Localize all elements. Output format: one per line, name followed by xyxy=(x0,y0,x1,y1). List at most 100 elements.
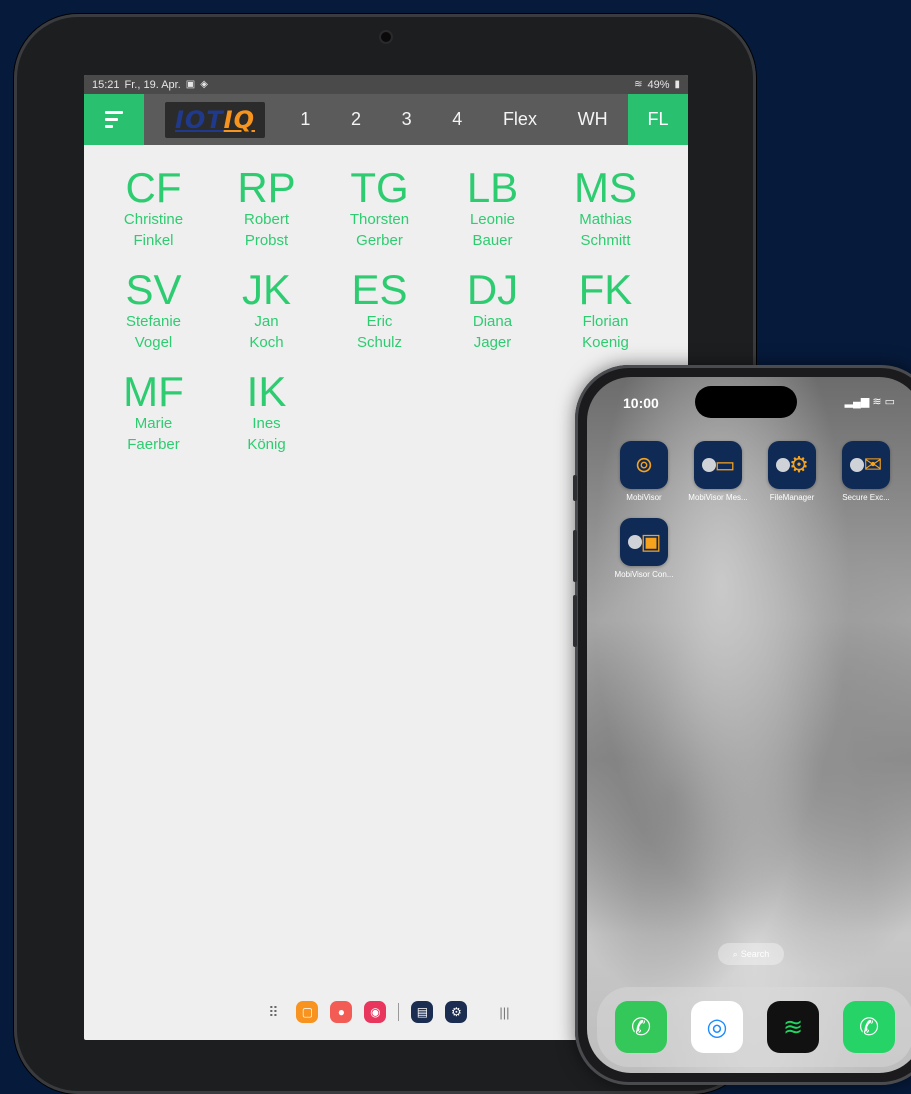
person-first-name: Florian xyxy=(582,313,629,330)
tab-fl[interactable]: FL xyxy=(628,94,688,145)
home-app-grid: ⊚ MobiVisor ▭ MobiVisor Mes... ⚙ FileMan… xyxy=(607,441,907,579)
dock-divider xyxy=(398,1003,400,1021)
person-first-name: Thorsten xyxy=(349,211,410,228)
person-initials: MF xyxy=(123,368,184,415)
folder-gear-icon: ⚙ xyxy=(768,441,816,489)
recents-nav-icon[interactable]: ||| xyxy=(499,1005,509,1020)
status-date: Fr., 19. Apr. xyxy=(124,78,181,91)
search-label: Search xyxy=(740,949,770,959)
person-first-name: Ines xyxy=(252,415,281,432)
status-time: 15:21 xyxy=(92,78,120,91)
person-first-name: Stefanie xyxy=(125,313,182,330)
person-card[interactable]: JK Jan Koch xyxy=(210,269,323,353)
phone-icon[interactable]: ✆ xyxy=(615,1001,667,1053)
person-initials: MS xyxy=(574,164,637,211)
mobivisor-recent-icon[interactable]: ▤ xyxy=(411,1001,434,1023)
app-drawer-icon[interactable]: ⠿ xyxy=(262,1004,284,1021)
person-card[interactable]: ES Eric Schulz xyxy=(323,269,436,353)
android-status-bar: 15:21 Fr., 19. Apr. ▣ ◈ ≋ 49% ▮ xyxy=(84,75,688,94)
wifi-icon: ≋ xyxy=(634,79,643,90)
person-card[interactable]: SV Stefanie Vogel xyxy=(97,269,210,353)
app-secure-exchange[interactable]: ✉ Secure Exc... xyxy=(829,441,903,502)
person-card[interactable]: MF Marie Faerber xyxy=(97,371,210,455)
files-app-icon[interactable]: ▢ xyxy=(296,1001,319,1023)
person-last-name: König xyxy=(247,436,286,453)
camera-app-icon[interactable]: ◉ xyxy=(364,1001,387,1023)
phone-status-time: 10:00 xyxy=(623,395,659,411)
person-first-name: Eric xyxy=(366,313,393,330)
person-card[interactable]: MS Mathias Schmitt xyxy=(549,167,662,251)
front-camera xyxy=(381,32,391,42)
app-mobivisor-messenger[interactable]: ▭ MobiVisor Mes... xyxy=(681,441,755,502)
person-last-name: Vogel xyxy=(134,334,173,351)
tab-2[interactable]: 2 xyxy=(345,105,367,134)
person-last-name: Schmitt xyxy=(580,232,631,249)
person-initials: DJ xyxy=(466,266,519,313)
tab-flex[interactable]: Flex xyxy=(497,105,543,134)
tab-1[interactable]: 1 xyxy=(294,105,316,134)
shield-icon: ◈ xyxy=(200,79,208,90)
volume-up-button xyxy=(573,530,577,582)
person-card[interactable]: CF Christine Finkel xyxy=(97,167,210,251)
person-last-name: Schulz xyxy=(356,334,403,351)
person-initials: JK xyxy=(241,266,291,313)
person-first-name: Christine xyxy=(123,211,184,228)
filemanager-recent-icon[interactable]: ⚙ xyxy=(445,1001,468,1023)
person-initials: IK xyxy=(246,368,287,415)
tab-3[interactable]: 3 xyxy=(396,105,418,134)
person-card[interactable]: RP Robert Probst xyxy=(210,167,323,251)
app-label: MobiVisor xyxy=(626,493,662,502)
fingerprint-icon: ⊚ xyxy=(620,441,668,489)
app-label: Secure Exc... xyxy=(842,493,890,502)
message-icon: ▭ xyxy=(694,441,742,489)
person-initials: FK xyxy=(578,266,633,313)
person-first-name: Leonie xyxy=(469,211,516,228)
person-initials: SV xyxy=(125,266,182,313)
person-initials: ES xyxy=(351,266,408,313)
person-last-name: Faerber xyxy=(127,436,180,453)
hamburger-icon xyxy=(105,111,123,128)
person-card[interactable]: LB Leonie Bauer xyxy=(436,167,549,251)
status-battery: 49% xyxy=(647,78,670,91)
person-last-name: Jager xyxy=(473,334,512,351)
person-first-name: Mathias xyxy=(579,211,632,228)
app-filemanager[interactable]: ⚙ FileManager xyxy=(755,441,829,502)
person-card[interactable]: TG Thorsten Gerber xyxy=(323,167,436,251)
battery-icon: ▮ xyxy=(674,79,680,90)
person-last-name: Koenig xyxy=(582,334,629,351)
person-first-name: Diana xyxy=(472,313,513,330)
person-last-name: Koch xyxy=(249,334,284,351)
tab-wh[interactable]: WH xyxy=(572,105,614,134)
phone-home-screen: 10:00 ▂▄▆ ≋ ▭ ⊚ MobiVisor ▭ MobiVisor Me… xyxy=(587,377,911,1073)
safari-icon[interactable]: ◎ xyxy=(691,1001,743,1053)
action-button xyxy=(573,475,577,501)
volume-down-button xyxy=(573,595,577,647)
person-card[interactable]: IK Ines König xyxy=(210,371,323,455)
person-last-name: Probst xyxy=(244,232,289,249)
person-first-name: Robert xyxy=(243,211,290,228)
app-mobivisor-contacts[interactable]: ▣ MobiVisor Con... xyxy=(607,518,681,579)
person-card[interactable]: FK Florian Koenig xyxy=(549,269,662,353)
spotify-icon[interactable]: ≋ xyxy=(767,1001,819,1053)
person-last-name: Gerber xyxy=(356,232,403,249)
person-initials: CF xyxy=(125,164,182,211)
app-label: MobiVisor Con... xyxy=(614,570,674,579)
contacts-app-icon[interactable]: ● xyxy=(330,1001,353,1023)
app-label: MobiVisor Mes... xyxy=(688,493,748,502)
person-last-name: Finkel xyxy=(133,232,174,249)
dynamic-island xyxy=(695,386,797,418)
phone-dock: ✆ ◎ ≋ ✆ xyxy=(597,987,911,1067)
person-card[interactable]: DJ Diana Jager xyxy=(436,269,549,353)
iotiq-logo: IOTIQ xyxy=(160,94,270,145)
person-first-name: Marie xyxy=(134,415,173,432)
search-icon: ⌕ xyxy=(732,948,738,959)
phone-device: 10:00 ▂▄▆ ≋ ▭ ⊚ MobiVisor ▭ MobiVisor Me… xyxy=(573,365,911,1085)
tab-bar: 1 2 3 4 Flex WH xyxy=(270,94,628,145)
person-last-name: Bauer xyxy=(472,232,513,249)
app-mobivisor[interactable]: ⊚ MobiVisor xyxy=(607,441,681,502)
person-initials: LB xyxy=(466,164,519,211)
spotlight-search-button[interactable]: ⌕ Search xyxy=(718,943,784,965)
whatsapp-icon[interactable]: ✆ xyxy=(843,1001,895,1053)
tab-4[interactable]: 4 xyxy=(446,105,468,134)
menu-button[interactable] xyxy=(84,94,144,145)
